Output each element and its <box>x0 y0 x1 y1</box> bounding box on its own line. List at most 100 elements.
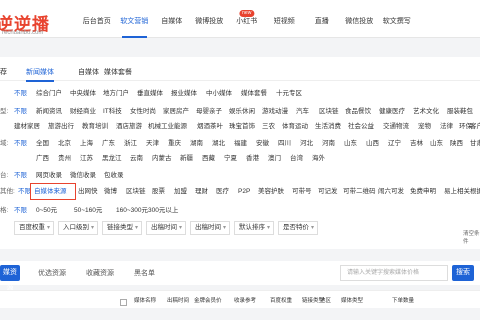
filter-option[interactable]: 报业媒体 <box>171 88 197 100</box>
filter-option[interactable]: 家居房产 <box>163 106 189 118</box>
tab-recommend[interactable]: 荐 <box>0 67 7 77</box>
filter-option[interactable]: 宠物 <box>418 121 431 133</box>
filter-option[interactable]: 300元以上 <box>148 205 178 217</box>
filter-option[interactable]: 健康医疗 <box>379 106 405 118</box>
filter-option[interactable]: 中央媒体 <box>70 88 96 100</box>
publish-time-select-2[interactable]: 出稿时间 ▾ <box>190 221 230 235</box>
baidu-weight-select[interactable]: 百度权重 ▾ <box>14 221 54 235</box>
filter-option[interactable]: 股票 <box>152 186 165 198</box>
nav-item-self-media[interactable]: 自媒体 <box>153 0 191 38</box>
filter-option[interactable]: 天津 <box>146 138 159 150</box>
filter-option[interactable]: 上海 <box>80 138 93 150</box>
tab-media-package[interactable]: 媒体套餐 <box>104 67 132 77</box>
tab-favorite-resources[interactable]: 收藏资源 <box>86 268 114 278</box>
filter-option[interactable]: 河南 <box>322 138 335 150</box>
nav-item-weibo[interactable]: 微博投放 <box>191 0 229 38</box>
filter-option[interactable]: 全国 <box>36 138 49 150</box>
filter-option[interactable]: 娱乐休闲 <box>229 106 255 118</box>
filter-option[interactable]: 区块链 <box>319 106 339 118</box>
tab-news-media[interactable]: 新闻媒体 <box>26 67 54 82</box>
search-input[interactable]: 请输入关键字搜索媒体价格 <box>340 265 448 281</box>
filter-option[interactable]: P2P <box>238 186 250 198</box>
filter-option[interactable]: 客户整合 <box>470 121 480 133</box>
nav-item-xiaohongshu[interactable]: new 小红书 <box>228 0 266 38</box>
filter-option[interactable]: 微博 <box>104 186 117 198</box>
sort-select[interactable]: 默认排序 ▾ <box>234 221 274 235</box>
filter-option[interactable]: 不限 <box>14 205 27 217</box>
filter-option[interactable]: 可记发 <box>318 186 338 198</box>
filter-option[interactable]: 甘肃 <box>470 138 480 150</box>
filter-option[interactable]: 体育运动 <box>282 121 308 133</box>
filter-option[interactable]: 云南 <box>130 153 143 165</box>
select-all-checkbox[interactable] <box>120 299 127 306</box>
filter-option[interactable]: 160~300元 <box>116 205 148 217</box>
filter-option[interactable]: 中小媒体 <box>206 88 232 100</box>
filter-option[interactable]: 可带二维码 <box>343 186 376 198</box>
filter-option[interactable]: 内蒙古 <box>152 153 172 165</box>
filter-option[interactable]: 西藏 <box>202 153 215 165</box>
filter-option[interactable]: 陕西 <box>450 138 463 150</box>
filter-option[interactable]: 贵州 <box>58 153 71 165</box>
filter-option[interactable]: 建材家居 <box>14 121 40 133</box>
filter-option[interactable]: 广东 <box>102 138 115 150</box>
filter-option[interactable]: 福建 <box>234 138 247 150</box>
tab-preferred-resources[interactable]: 优选资源 <box>38 268 66 278</box>
filter-option[interactable]: 台湾 <box>290 153 303 165</box>
filter-option[interactable]: 易上相关 <box>444 186 470 198</box>
filter-option[interactable]: 辽宁 <box>388 138 401 150</box>
nav-item-live[interactable]: 直播 <box>303 0 341 38</box>
filter-option[interactable]: 北京 <box>58 138 71 150</box>
link-type-select[interactable]: 链接类型 ▾ <box>102 221 142 235</box>
clear-filters-button[interactable]: 清空条件 <box>463 229 480 245</box>
filter-option[interactable]: 交通物流 <box>383 121 409 133</box>
filter-option[interactable]: 澳门 <box>268 153 281 165</box>
special-price-select[interactable]: 是否特价 ▾ <box>278 221 318 235</box>
filter-option[interactable]: 微信收录 <box>70 170 96 182</box>
filter-option[interactable]: 重庆 <box>168 138 181 150</box>
filter-option[interactable]: 女性时尚 <box>130 106 156 118</box>
filter-option[interactable]: 垂直媒体 <box>137 88 163 100</box>
filter-option[interactable]: 汽车 <box>296 106 309 118</box>
filter-option[interactable]: 广西 <box>36 153 49 165</box>
filter-option[interactable]: 新疆 <box>180 153 193 165</box>
filter-option[interactable]: 医疗 <box>216 186 229 198</box>
filter-option[interactable]: 理财 <box>195 186 208 198</box>
filter-option[interactable]: 湖北 <box>212 138 225 150</box>
filter-option[interactable]: 地方门户 <box>103 88 129 100</box>
filter-option[interactable]: 三农 <box>262 121 275 133</box>
filter-option[interactable]: 50~160元 <box>74 205 102 217</box>
filter-option[interactable]: 社会公益 <box>348 121 374 133</box>
filter-option[interactable]: 山东 <box>430 138 443 150</box>
filter-option[interactable]: 烟酒茶叶 <box>197 121 223 133</box>
filter-option[interactable]: 安徽 <box>256 138 269 150</box>
filter-option[interactable]: 母婴亲子 <box>196 106 222 118</box>
filter-option[interactable]: 闹六可发 <box>378 186 404 198</box>
filter-option[interactable]: 区块链 <box>126 186 146 198</box>
filter-option[interactable]: 法律 <box>440 121 453 133</box>
nav-item-short-video[interactable]: 短视频 <box>266 0 304 38</box>
filter-option[interactable]: 不限 <box>14 106 27 118</box>
filter-option[interactable]: 黑龙江 <box>102 153 122 165</box>
filter-option[interactable]: 出网快 <box>78 186 98 198</box>
filter-option[interactable]: 不限 <box>14 88 27 100</box>
nav-item-soft-article[interactable]: 软文营销 <box>116 0 154 38</box>
filter-option[interactable]: 网页收录 <box>36 170 62 182</box>
filter-option[interactable]: 酒店旅游 <box>116 121 142 133</box>
filter-option[interactable]: 美容护肤 <box>258 186 284 198</box>
filter-option[interactable]: 不限 <box>14 170 27 182</box>
filter-option[interactable]: 山西 <box>366 138 379 150</box>
filter-option[interactable]: 加盟 <box>174 186 187 198</box>
nav-item-dashboard[interactable]: 后台首页 <box>78 0 116 38</box>
filter-option[interactable]: 十元专区 <box>276 88 302 100</box>
filter-option[interactable]: 海外 <box>312 153 325 165</box>
entry-level-select[interactable]: 入口级别 ▾ <box>58 221 98 235</box>
filter-option[interactable]: 可带号 <box>292 186 312 198</box>
filter-option[interactable]: 新闻资讯 <box>36 106 62 118</box>
filter-option[interactable]: 河北 <box>300 138 313 150</box>
filter-option[interactable]: 江苏 <box>80 153 93 165</box>
publish-time-select[interactable]: 出稿时间 ▾ <box>146 221 186 235</box>
filter-option[interactable]: 财经商业 <box>70 106 96 118</box>
filter-option[interactable]: 根据保障 <box>470 186 480 198</box>
filter-option[interactable]: 珠宝首饰 <box>229 121 255 133</box>
filter-option[interactable]: 游戏动漫 <box>262 106 288 118</box>
